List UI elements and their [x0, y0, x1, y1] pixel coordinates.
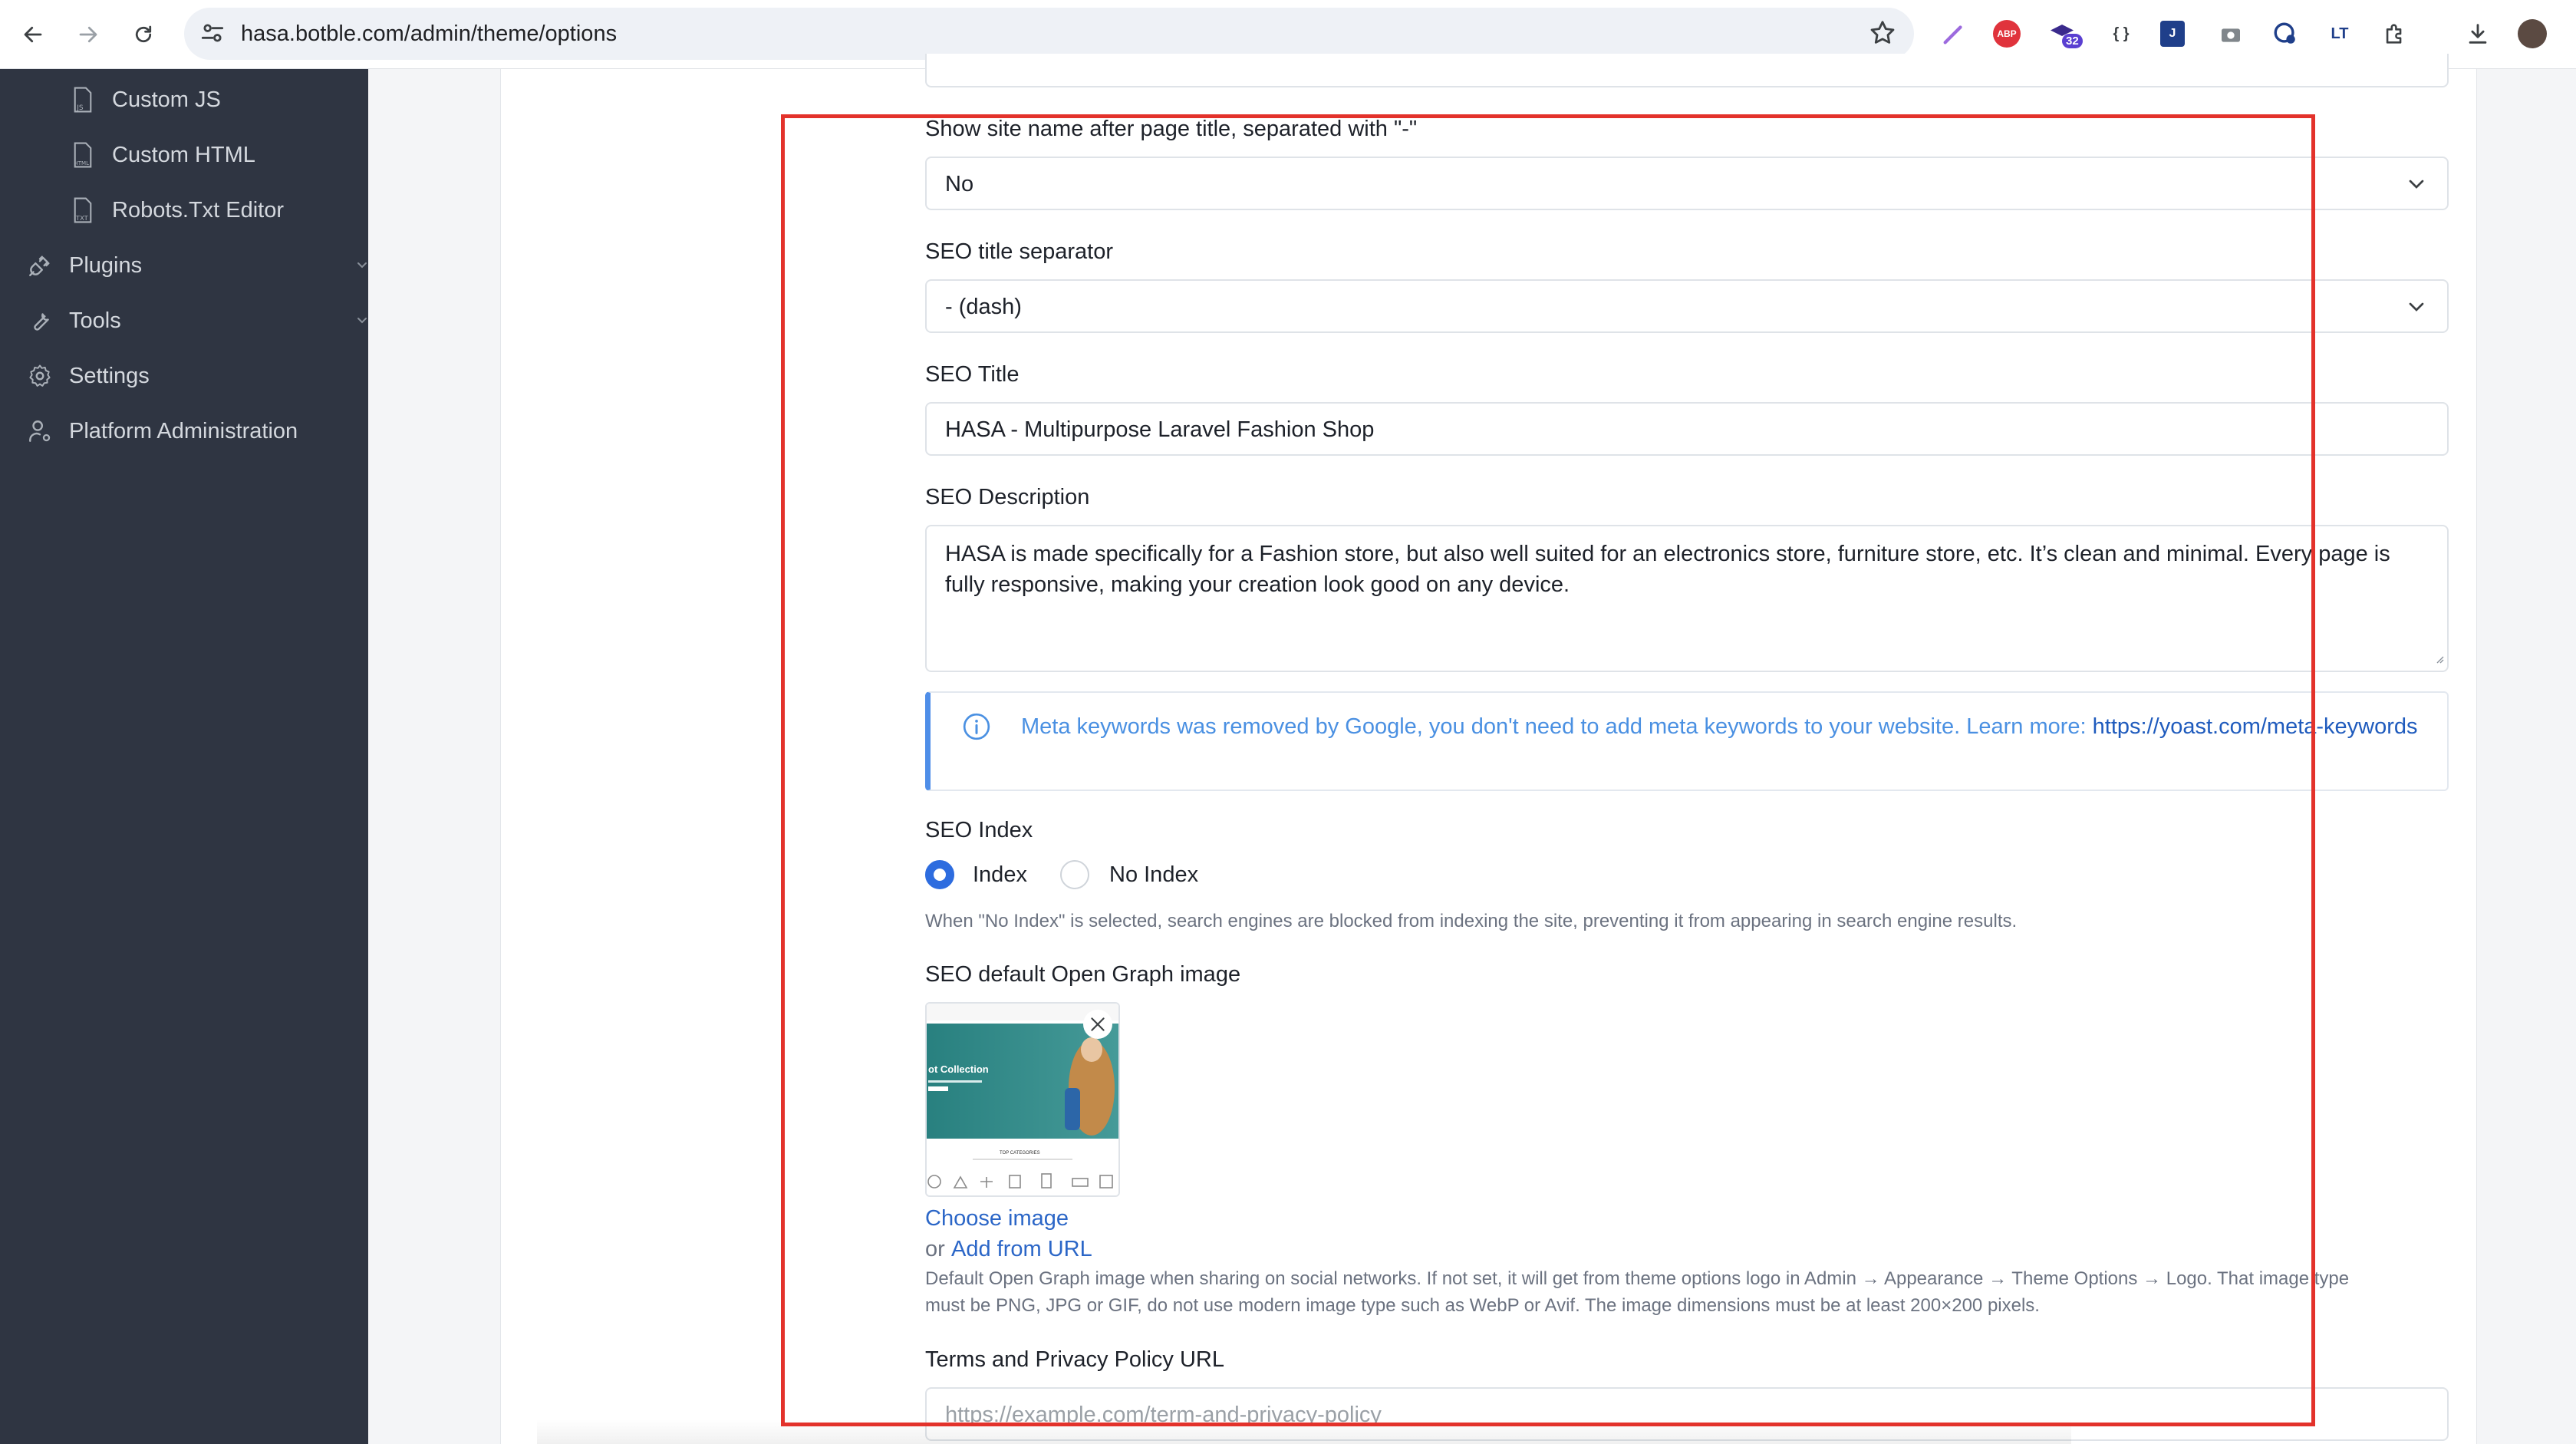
- site-name-value: No: [945, 172, 974, 196]
- bottom-shadow: [537, 1419, 2071, 1444]
- arrow-left-icon: [24, 26, 42, 43]
- sidebar-item-tools[interactable]: Tools: [0, 298, 393, 344]
- yoast-link[interactable]: https://yoast.com/meta-keywords: [2093, 714, 2418, 739]
- plug-icon: [25, 250, 55, 281]
- alert-text: Meta keywords was removed by Google, you…: [1021, 714, 2093, 739]
- remove-image-button[interactable]: [1083, 1010, 1112, 1039]
- seo-title-value: HASA - Multipurpose Laravel Fashion Shop: [945, 417, 1375, 442]
- add-from-url-link[interactable]: Add from URL: [951, 1237, 1092, 1262]
- camera-extension-icon[interactable]: [2215, 18, 2246, 49]
- svg-text:HTML: HTML: [74, 160, 89, 166]
- back-button[interactable]: [15, 17, 51, 52]
- admin-sidebar: JS Custom JS HTML Custom HTML TXT Robots…: [0, 69, 368, 1444]
- choose-image-link[interactable]: Choose image: [925, 1206, 1069, 1231]
- index-radio-label[interactable]: Index: [973, 862, 1027, 888]
- separator-value: - (dash): [945, 295, 1022, 319]
- seo-description-label: SEO Description: [925, 485, 1090, 509]
- terms-url-label: Terms and Privacy Policy URL: [925, 1347, 1224, 1372]
- og-image-help-line2: must be PNG, JPG or GIF, do not use mode…: [925, 1295, 2040, 1316]
- og-image-preview: ot Collection TOP CATEGORIES: [925, 1002, 1120, 1197]
- sidebar-item-platform-administration[interactable]: Platform Administration: [0, 408, 393, 454]
- seo-title-label: SEO Title: [925, 362, 1020, 387]
- bookmark-star-icon[interactable]: [1868, 18, 1897, 51]
- graduation-extension-icon[interactable]: 32: [2047, 18, 2083, 49]
- or-text: or: [925, 1237, 945, 1261]
- arrow-right-icon: [79, 26, 97, 43]
- address-bar[interactable]: hasa.botble.com/admin/theme/options: [184, 8, 1914, 60]
- reload-button[interactable]: [126, 17, 161, 52]
- reload-icon: [135, 25, 152, 43]
- separator-label: SEO title separator: [925, 239, 1113, 264]
- user-cog-icon: [25, 416, 55, 447]
- thumbnail-collection-text: ot Collection: [928, 1063, 989, 1075]
- sidebar-item-plugins[interactable]: Plugins: [0, 242, 393, 288]
- chevron-down-icon: [2404, 295, 2429, 323]
- privacy-extension-icon[interactable]: [2270, 18, 2301, 49]
- previous-field-input[interactable]: [925, 54, 2449, 87]
- file-js-icon: JS: [68, 84, 98, 115]
- sidebar-item-label: Plugins: [69, 252, 143, 278]
- jira-extension-icon[interactable]: J: [2160, 21, 2185, 47]
- gear-icon: [25, 361, 55, 391]
- sidebar-item-label: Settings: [69, 363, 150, 388]
- sidebar-item-settings[interactable]: Settings: [0, 353, 393, 399]
- svg-text:JS: JS: [76, 104, 84, 112]
- close-icon: [1091, 1017, 1105, 1031]
- pen-extension-icon[interactable]: [1939, 18, 1969, 49]
- thumbnail-categories-text: TOP CATEGORIES: [1000, 1151, 1040, 1156]
- sidebar-item-label: Platform Administration: [69, 418, 298, 443]
- sidebar-item-label: Tools: [69, 308, 121, 333]
- noindex-radio-label[interactable]: No Index: [1109, 862, 1198, 888]
- index-radio[interactable]: [925, 860, 954, 889]
- abp-label: ABP: [1997, 28, 2017, 39]
- wrench-icon: [25, 305, 55, 336]
- separator-select[interactable]: - (dash): [925, 279, 2449, 333]
- meta-keywords-alert: Meta keywords was removed by Google, you…: [925, 691, 2449, 791]
- file-txt-icon: TXT: [68, 195, 98, 226]
- adblock-extension-icon[interactable]: ABP: [1993, 20, 2021, 48]
- file-html-icon: HTML: [68, 140, 98, 170]
- seo-index-help: When "No Index" is selected, search engi…: [925, 911, 2018, 931]
- forward-button[interactable]: [71, 17, 106, 52]
- og-image-help-line1: Default Open Graph image when sharing on…: [925, 1268, 2350, 1289]
- code-extension-icon[interactable]: { }: [2106, 18, 2136, 49]
- chevron-down-icon: [2404, 172, 2429, 200]
- site-name-select[interactable]: No: [925, 157, 2449, 210]
- site-name-label: Show site name after page title, separat…: [925, 117, 1418, 141]
- seo-index-label: SEO Index: [925, 818, 1033, 842]
- site-info-icon[interactable]: [198, 18, 227, 51]
- seo-description-value: HASA is made specifically for a Fashion …: [945, 542, 2390, 597]
- profile-avatar[interactable]: [2518, 19, 2547, 48]
- svg-text:TXT: TXT: [75, 214, 89, 222]
- seo-description-textarea[interactable]: HASA is made specifically for a Fashion …: [925, 525, 2449, 672]
- seo-title-input[interactable]: HASA - Multipurpose Laravel Fashion Shop: [925, 402, 2449, 456]
- noindex-radio[interactable]: [1060, 860, 1089, 889]
- download-icon[interactable]: [2462, 18, 2493, 49]
- info-circle-icon: [961, 711, 992, 746]
- url-text[interactable]: hasa.botble.com/admin/theme/options: [241, 21, 617, 47]
- sidebar-item-label: Custom HTML: [112, 142, 255, 167]
- og-image-label: SEO default Open Graph image: [925, 962, 1241, 987]
- sidebar-item-label: Custom JS: [112, 87, 221, 112]
- resize-handle-icon[interactable]: [2433, 653, 2444, 668]
- puzzle-extensions-icon[interactable]: [2380, 18, 2410, 49]
- extension-badge: 32: [2062, 34, 2083, 48]
- lt-extension-icon[interactable]: LT: [2324, 18, 2355, 49]
- sidebar-item-label: Robots.Txt Editor: [112, 197, 285, 223]
